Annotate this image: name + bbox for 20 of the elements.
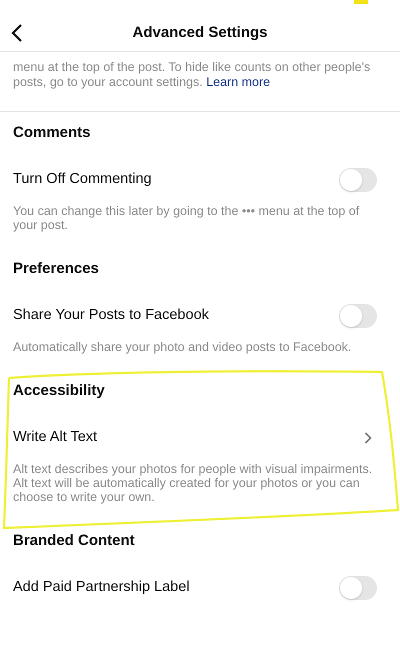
highlight-mark xyxy=(354,0,368,4)
setting-description: Automatically share your photo and video posts to Facebook. xyxy=(13,340,352,354)
section-heading: Branded Content xyxy=(13,531,136,551)
setting-description: You can change this later by going to the ••• menu at the top of your post. xyxy=(13,204,360,232)
learn-more-link[interactable]: Learn more xyxy=(206,75,270,89)
chevron-right-icon[interactable] xyxy=(364,432,372,444)
section-heading: Accessibility xyxy=(13,381,106,401)
page-title: Advanced Settings xyxy=(132,23,268,44)
setting-description: Alt text describes your photos for people with visual impairments. Alt text will be automatically created for your photos or you can choose to write your own. xyxy=(13,462,374,504)
back-icon[interactable] xyxy=(10,23,24,43)
toggle-switch[interactable] xyxy=(339,168,377,192)
setting-label: Share Your Posts to Facebook xyxy=(13,306,209,326)
section-heading: Comments xyxy=(13,123,92,143)
toggle-switch[interactable] xyxy=(339,576,377,600)
setting-label: Add Paid Partnership Label xyxy=(13,578,190,598)
setting-label: Write Alt Text xyxy=(13,428,98,448)
section-heading: Preferences xyxy=(13,259,100,279)
intro-text: menu at the top of the post. To hide like counts on other people's posts, go to your account settings. Learn more xyxy=(12,59,372,90)
setting-label: Turn Off Commenting xyxy=(13,170,152,190)
toggle-switch[interactable] xyxy=(339,304,377,328)
